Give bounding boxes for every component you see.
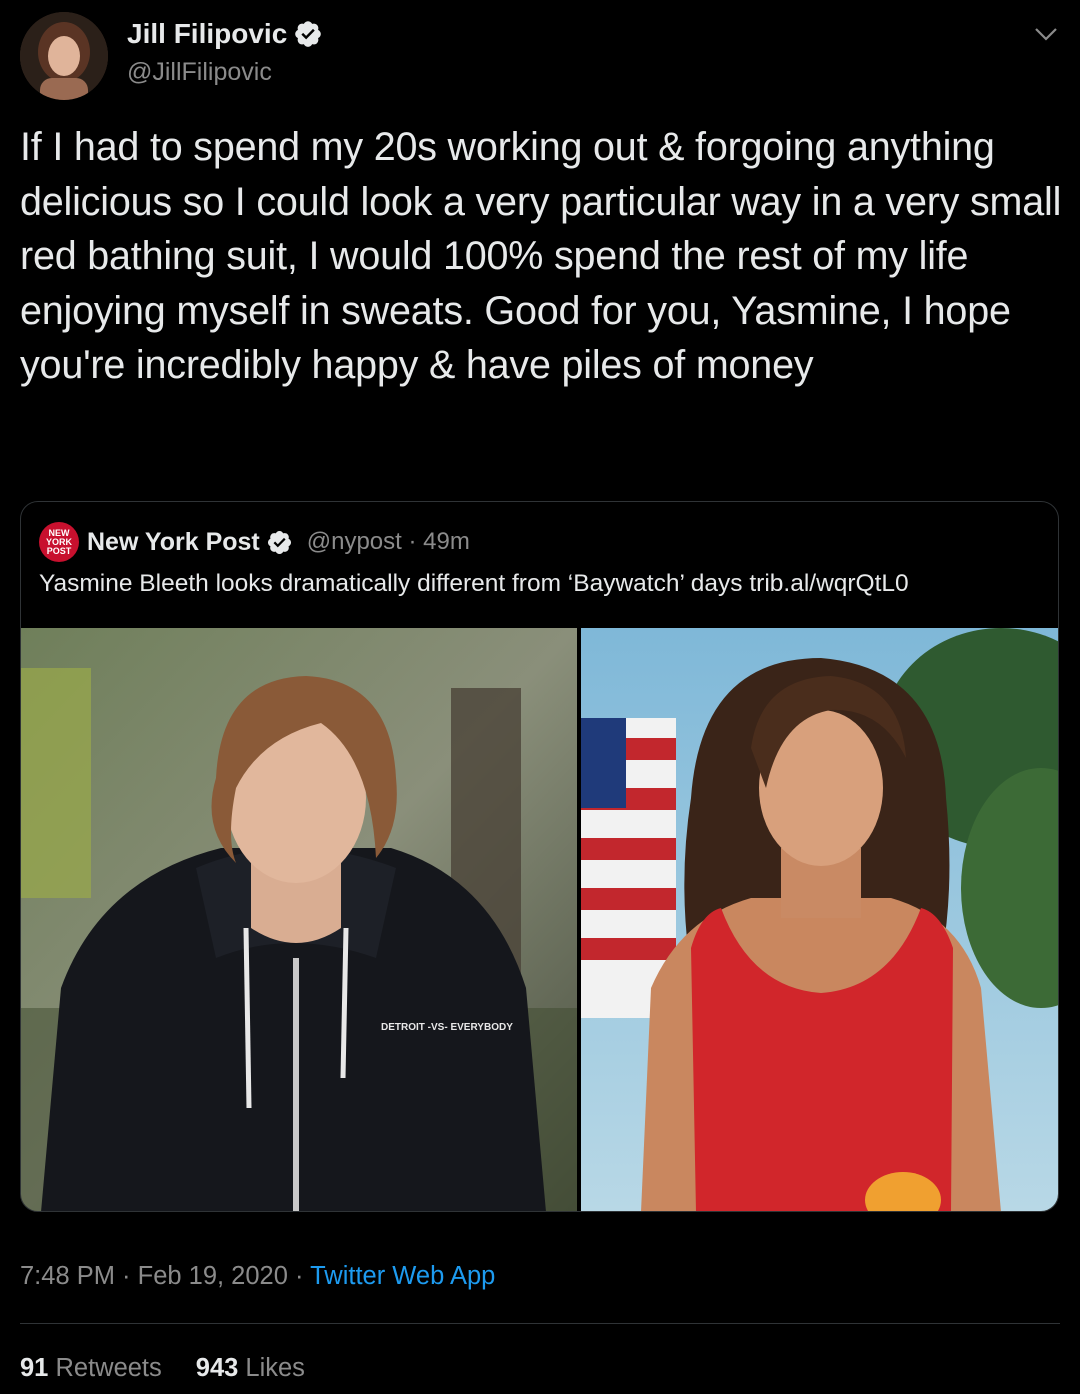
avatar-photo: [20, 12, 108, 100]
quoted-author-name[interactable]: New York Post: [87, 528, 260, 557]
divider: [20, 1323, 1060, 1324]
nypost-logo-text: NEW YORK POST: [45, 527, 72, 556]
author-avatar[interactable]: [20, 12, 108, 100]
quoted-photo-right[interactable]: [581, 628, 1058, 1211]
source-link[interactable]: Twitter Web App: [310, 1262, 495, 1290]
likes-stat[interactable]: 943 Likes: [196, 1354, 305, 1382]
quoted-meta: @nypost · 49m: [306, 528, 470, 555]
author-handle[interactable]: @JillFilipovic: [127, 58, 272, 87]
retweets-stat[interactable]: 91 Retweets: [20, 1354, 162, 1382]
photo-hoodie-woman: DETROIT -VS- EVERYBODY: [21, 628, 577, 1211]
photo-red-swimsuit: [581, 628, 1058, 1211]
author-name[interactable]: Jill Filipovic: [127, 18, 287, 50]
likes-count: 943: [195, 1354, 239, 1382]
nypost-logo: NEW YORK POST: [39, 522, 79, 562]
verified-badge-icon: [267, 530, 291, 554]
chevron-down-icon[interactable]: [1032, 22, 1060, 46]
hoodie-text: DETROIT -VS- EVERYBODY: [381, 1022, 513, 1033]
verified-badge-icon: [295, 21, 322, 47]
timestamp-text[interactable]: 7:48 PM · Feb 19, 2020 ·: [20, 1262, 310, 1290]
retweets-label: Retweets: [55, 1354, 162, 1382]
retweets-count: 91: [20, 1354, 49, 1382]
quoted-tweet-text: Yasmine Bleeth looks dramatically differ…: [39, 570, 909, 597]
quoted-tweet-header: NEW YORK POST New York Post @nypost · 49…: [39, 522, 470, 562]
quoted-tweet-card[interactable]: NEW YORK POST New York Post @nypost · 49…: [20, 501, 1059, 1212]
tweet-timestamp: 7:48 PM · Feb 19, 2020 · Twitter Web App: [20, 1262, 495, 1291]
likes-label: Likes: [245, 1354, 305, 1382]
tweet-stats: 91 Retweets 943 Likes: [20, 1354, 305, 1383]
quoted-photo-left[interactable]: DETROIT -VS- EVERYBODY: [21, 628, 577, 1211]
author-name-row: Jill Filipovic: [127, 18, 323, 50]
tweet-text: If I had to spend my 20s working out & f…: [20, 125, 1062, 387]
